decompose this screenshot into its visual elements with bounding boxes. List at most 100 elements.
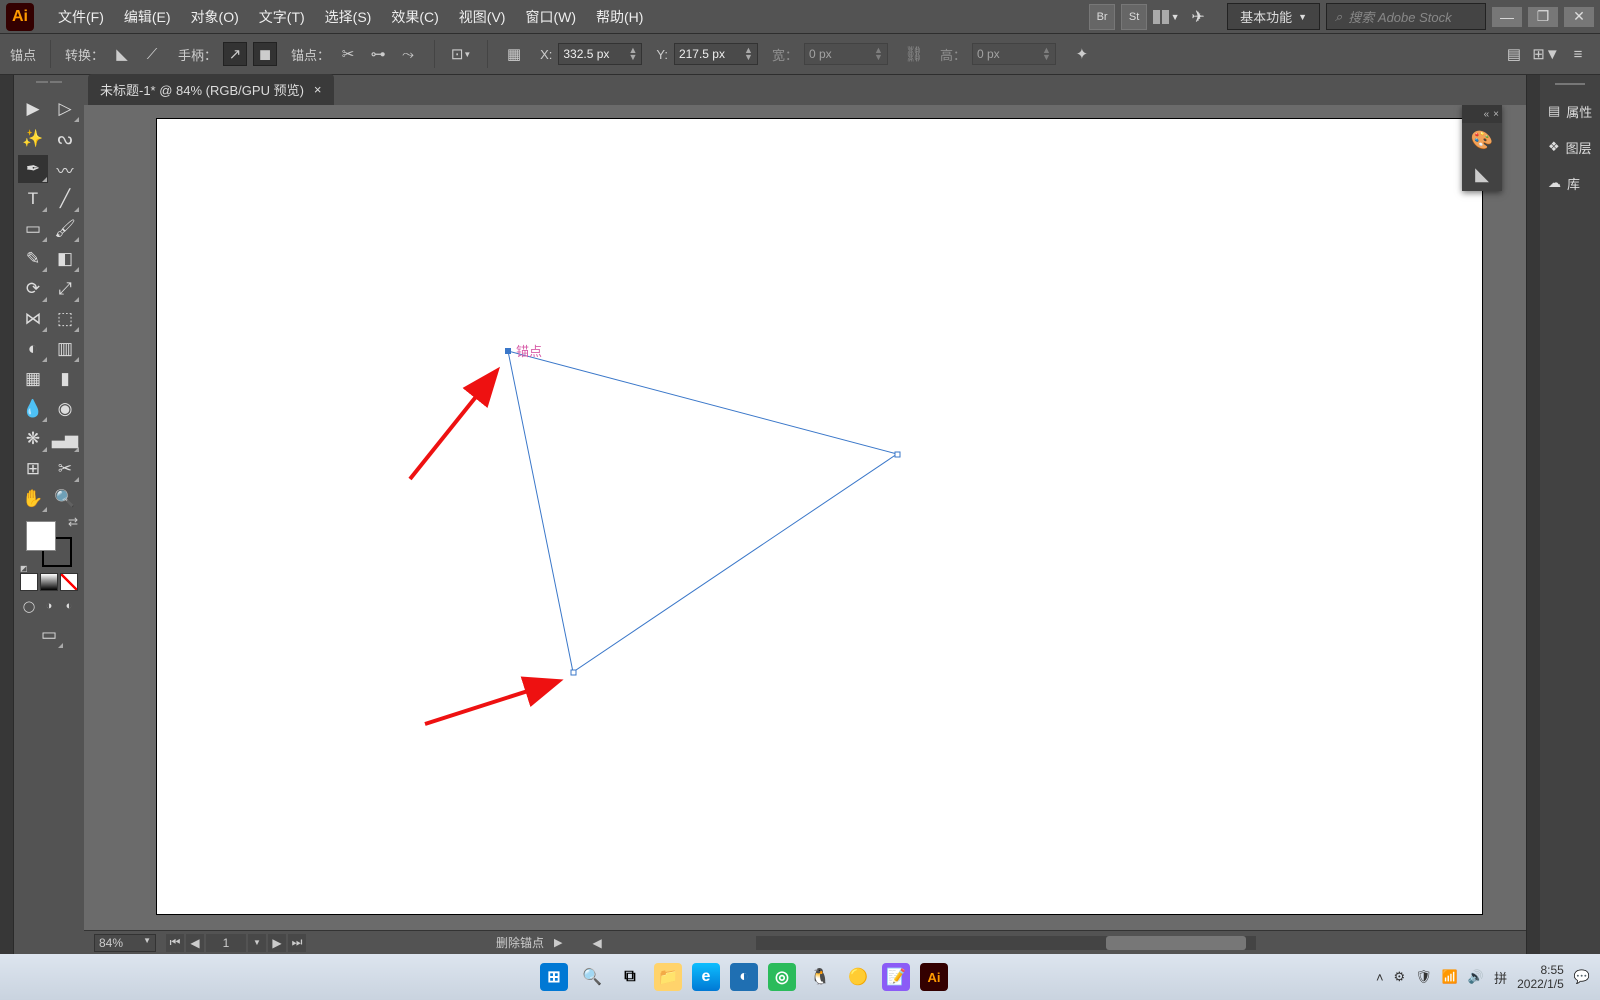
zoom-input[interactable]: 84%▼ — [94, 934, 156, 952]
scale-tool[interactable]: ⤢ — [50, 275, 80, 303]
artboard-tool[interactable]: ⊞ — [18, 455, 48, 483]
symbol-sprayer-tool[interactable]: ❋ — [18, 425, 48, 453]
volume-icon[interactable]: 🔊 — [1468, 969, 1484, 985]
illustrator-task-icon[interactable]: Ai — [920, 963, 948, 991]
screen-mode-tool[interactable]: ▭ — [34, 621, 64, 649]
collapse-icon[interactable]: « — [1484, 109, 1490, 120]
tray-chevron-icon[interactable]: ˄ — [1376, 970, 1384, 985]
start-icon[interactable]: ⊞ — [540, 963, 568, 991]
color-panel-icon[interactable]: 🎨 — [1462, 123, 1502, 157]
anchor-remove-icon[interactable]: ✂ — [336, 42, 360, 66]
panel-properties[interactable]: ▤属性 — [1540, 93, 1600, 129]
isolate-icon[interactable]: ⊡▼ — [449, 42, 473, 66]
reshape-icon[interactable]: ✦ — [1070, 42, 1094, 66]
rectangle-tool[interactable]: ▭ — [18, 215, 48, 243]
explorer-icon[interactable]: 📁 — [654, 963, 682, 991]
draw-inside[interactable]: ◐ — [60, 597, 78, 615]
blend-tool[interactable]: ◉ — [50, 395, 80, 423]
type-tool[interactable]: T — [18, 185, 48, 213]
free-transform-tool[interactable]: ⬚ — [50, 305, 80, 333]
qq-icon[interactable]: 🐧 — [806, 963, 834, 991]
window-restore[interactable]: ❐ — [1528, 7, 1558, 27]
swatches-panel-icon[interactable]: ◣ — [1462, 157, 1502, 191]
draw-behind[interactable]: ◑ — [40, 597, 58, 615]
stock-icon[interactable]: St — [1121, 4, 1147, 30]
anchor-cut-icon[interactable]: ⤳ — [396, 42, 420, 66]
paintbrush-tool[interactable]: 🖌 — [50, 215, 80, 243]
more-options-icon[interactable]: ≡ — [1566, 42, 1590, 66]
menu-item[interactable]: 编辑(E) — [114, 1, 181, 33]
zoom-tool[interactable]: 🔍 — [50, 485, 80, 513]
360-icon[interactable]: ◎ — [768, 963, 796, 991]
menu-item[interactable]: 效果(C) — [381, 1, 448, 33]
search-task-icon[interactable]: 🔍 — [578, 963, 606, 991]
hand-tool[interactable]: ✋ — [18, 485, 48, 513]
menu-item[interactable]: 视图(V) — [449, 1, 516, 33]
magic-wand-tool[interactable]: ✨ — [18, 125, 48, 153]
first-artboard[interactable]: ⏮ — [166, 934, 184, 952]
lasso-tool[interactable]: ᔓ — [50, 125, 80, 153]
notes-icon[interactable]: 📝 — [882, 963, 910, 991]
handle-show-icon[interactable]: ↗ — [223, 42, 247, 66]
mesh-tool[interactable]: ▦ — [18, 365, 48, 393]
menu-item[interactable]: 对象(O) — [181, 1, 249, 33]
toolbar-handle[interactable] — [29, 81, 69, 89]
artboard[interactable]: 锚点 — [157, 119, 1482, 914]
menu-item[interactable]: 文字(T) — [249, 1, 315, 33]
notifications-icon[interactable]: 💬 — [1574, 969, 1590, 985]
transform-panel-icon[interactable]: ⊞▼ — [1534, 42, 1558, 66]
panel-layers[interactable]: ❖图层 — [1540, 129, 1600, 165]
window-minimize[interactable]: — — [1492, 7, 1522, 27]
document-tab[interactable]: 未标题-1* @ 84% (RGB/GPU 预览) × — [88, 74, 334, 105]
shaper-tool[interactable]: ✎ — [18, 245, 48, 273]
floating-panel[interactable]: «× 🎨 ◣ — [1462, 105, 1502, 191]
eraser-tool[interactable]: ◧ — [50, 245, 80, 273]
search-adobe-stock[interactable]: ⌕ 搜索 Adobe Stock — [1326, 3, 1486, 30]
width-tool[interactable]: ⋈ — [18, 305, 48, 333]
artboard-number[interactable]: 1 — [206, 934, 246, 952]
convert-corner-icon[interactable]: ◣ — [110, 42, 134, 66]
last-artboard[interactable]: ⏭ — [288, 934, 306, 952]
panel-libraries[interactable]: ☁库 — [1540, 165, 1600, 201]
clock[interactable]: 8:552022/1/5 — [1517, 963, 1564, 991]
shape-builder-tool[interactable]: ◐ — [18, 335, 48, 363]
edge-icon[interactable]: e — [692, 963, 720, 991]
perspective-tool[interactable]: ▥ — [50, 335, 80, 363]
chrome-icon[interactable]: 🟡 — [844, 963, 872, 991]
tray-settings-icon[interactable]: ⚙ — [1394, 969, 1406, 985]
arrange-docs-icon[interactable]: ▼ — [1153, 4, 1179, 30]
direct-selection-tool[interactable]: ▷ — [50, 95, 80, 123]
menu-item[interactable]: 选择(S) — [315, 1, 382, 33]
gradient-swatch[interactable] — [40, 573, 58, 591]
prev-artboard[interactable]: ◀ — [186, 934, 204, 952]
ref-point-icon[interactable]: ▦ — [502, 42, 526, 66]
right-panel-handle[interactable] — [1540, 75, 1600, 93]
align-icon[interactable]: ▤ — [1502, 42, 1526, 66]
none-swatch[interactable] — [60, 573, 78, 591]
taskview-icon[interactable]: ⧉ — [616, 963, 644, 991]
color-swatch[interactable] — [20, 573, 38, 591]
ime-icon[interactable]: 拼 — [1494, 968, 1507, 987]
anchor-connect-icon[interactable]: ⊶ — [366, 42, 390, 66]
pen-tool[interactable]: ✒ — [18, 155, 48, 183]
h-scrollbar[interactable] — [756, 936, 1256, 950]
curvature-tool[interactable]: 〰 — [50, 155, 80, 183]
selection-tool[interactable]: ▶ — [18, 95, 48, 123]
menu-item[interactable]: 窗口(W) — [515, 1, 586, 33]
line-tool[interactable]: ╱ — [50, 185, 80, 213]
window-close[interactable]: ✕ — [1564, 7, 1594, 27]
handle-hide-icon[interactable]: ◼ — [253, 42, 277, 66]
gradient-tool[interactable]: ▮ — [50, 365, 80, 393]
slice-tool[interactable]: ✂ — [50, 455, 80, 483]
draw-normal[interactable]: ◯ — [20, 597, 38, 615]
gpu-icon[interactable]: ✈ — [1185, 4, 1211, 30]
convert-smooth-icon[interactable]: ⟋ — [140, 42, 164, 66]
network-icon[interactable]: 📶 — [1442, 969, 1458, 985]
artboard-dd[interactable]: ▼ — [248, 934, 266, 952]
menu-item[interactable]: 帮助(H) — [586, 1, 653, 33]
tray-defender-icon[interactable]: 🛡 — [1415, 969, 1432, 985]
browser2-icon[interactable]: ◐ — [730, 963, 758, 991]
menu-item[interactable]: 文件(F) — [48, 1, 114, 33]
close-tab-icon[interactable]: × — [314, 82, 322, 97]
column-graph-tool[interactable]: ▃▅ — [50, 425, 80, 453]
